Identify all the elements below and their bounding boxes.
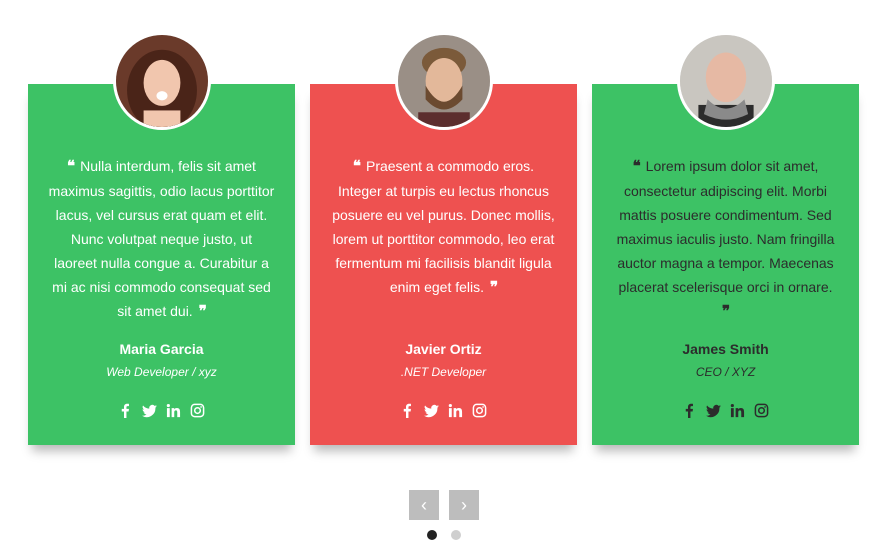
quote-text: Praesent a commodo eros. Integer at turp… bbox=[332, 158, 555, 295]
pagination-dot-2[interactable] bbox=[451, 530, 461, 540]
quote-right-icon: ❞ bbox=[198, 303, 207, 320]
person-role: CEO / XYZ bbox=[695, 365, 756, 379]
prev-button[interactable]: ‹ bbox=[409, 490, 439, 520]
chevron-left-icon: ‹ bbox=[421, 494, 427, 515]
avatar bbox=[394, 32, 493, 130]
person-role: Web Developer / xyz bbox=[106, 365, 217, 379]
quote-left-icon: ❝ bbox=[67, 158, 75, 175]
testimonial-quote: ❝ Nulla interdum, felis sit amet maximus … bbox=[48, 154, 275, 324]
twitter-icon[interactable] bbox=[142, 402, 158, 418]
linkedin-icon[interactable] bbox=[730, 402, 746, 418]
testimonial-quote: ❝ Lorem ipsum dolor sit amet, consectetur… bbox=[612, 154, 839, 324]
testimonial-card: ❝ Praesent a commodo eros. Integer at tur… bbox=[310, 32, 577, 445]
testimonial-quote: ❝ Praesent a commodo eros. Integer at tur… bbox=[330, 154, 557, 300]
linkedin-icon[interactable] bbox=[166, 402, 182, 418]
quote-right-icon: ❞ bbox=[721, 303, 730, 320]
instagram-icon[interactable] bbox=[472, 402, 488, 418]
instagram-icon[interactable] bbox=[754, 402, 770, 418]
pagination-dot-1[interactable] bbox=[427, 530, 437, 540]
twitter-icon[interactable] bbox=[424, 402, 440, 418]
testimonial-card: ❝ Lorem ipsum dolor sit amet, consectetur… bbox=[592, 32, 859, 445]
instagram-icon[interactable] bbox=[190, 402, 206, 418]
twitter-icon[interactable] bbox=[706, 402, 722, 418]
testimonial-card: ❝ Nulla interdum, felis sit amet maximus … bbox=[28, 32, 295, 445]
facebook-icon[interactable] bbox=[682, 402, 698, 418]
quote-left-icon: ❝ bbox=[352, 158, 361, 175]
quote-text: Lorem ipsum dolor sit amet, consectetur … bbox=[616, 158, 835, 295]
linkedin-icon[interactable] bbox=[448, 402, 464, 418]
social-links bbox=[592, 402, 859, 418]
facebook-icon[interactable] bbox=[400, 402, 416, 418]
avatar bbox=[112, 32, 211, 130]
chevron-right-icon: › bbox=[461, 494, 467, 515]
next-button[interactable]: › bbox=[449, 490, 479, 520]
pagination-dots bbox=[427, 530, 461, 540]
quote-text: Nulla interdum, felis sit amet maximus s… bbox=[48, 158, 275, 319]
social-links bbox=[310, 402, 577, 418]
facebook-icon[interactable] bbox=[118, 402, 134, 418]
quote-left-icon: ❝ bbox=[632, 158, 641, 175]
testimonial-slider: ❝ Nulla interdum, felis sit amet maximus … bbox=[0, 0, 884, 543]
person-name: Javier Ortiz bbox=[405, 341, 482, 357]
person-role: .NET Developer bbox=[400, 365, 487, 379]
quote-right-icon: ❞ bbox=[490, 279, 498, 296]
avatar bbox=[676, 32, 775, 130]
social-links bbox=[28, 402, 295, 418]
person-name: James Smith bbox=[682, 341, 769, 357]
person-name: Maria Garcia bbox=[119, 341, 204, 357]
